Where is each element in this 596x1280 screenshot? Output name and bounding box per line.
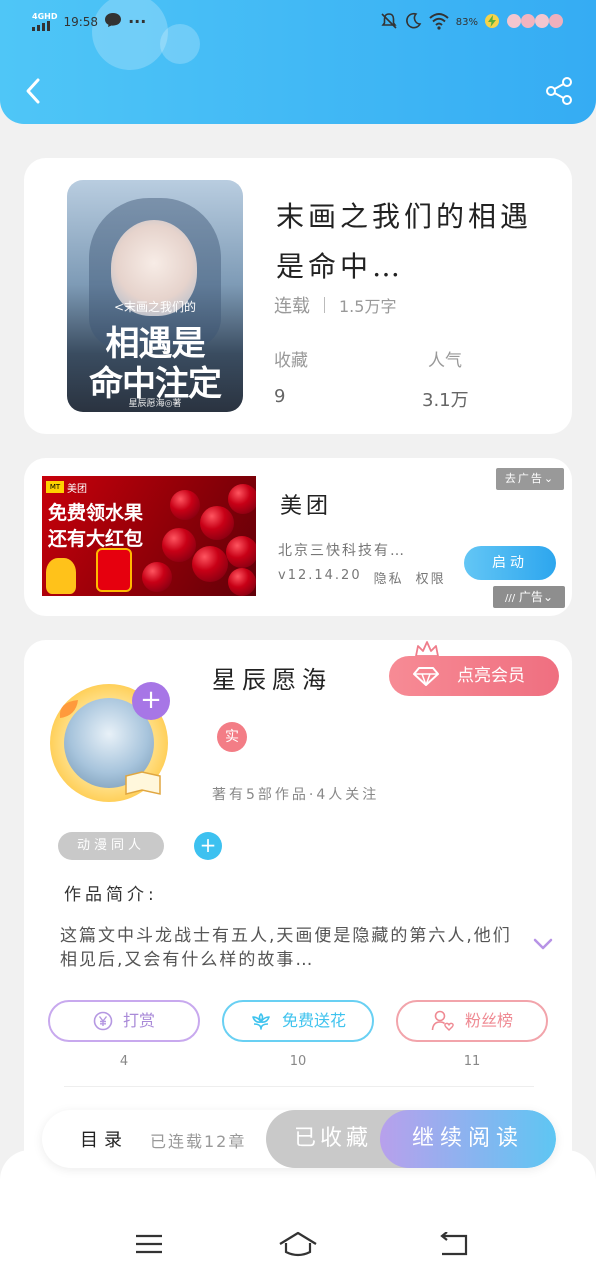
chevron-down-icon: ⌄: [543, 472, 556, 485]
ad-brand-badge: MT 美团: [46, 480, 87, 495]
battery-percent: 83%: [455, 17, 478, 28]
status-bar: 4GHD 19:58 ··· 83%: [0, 0, 596, 46]
red-envelope-icon: [96, 548, 132, 592]
book-info-card: <末画之我们的 相遇是 命中注定 星辰愿海◎著 末画之我们的相遇是命中… 连载 …: [24, 158, 572, 434]
bottom-action-bar: 目录 已连载12章 已收藏 继续阅读: [42, 1110, 556, 1168]
avatar-stickers-icon: [506, 13, 564, 32]
intro-text: 这篇文中斗龙战士有五人,天画便是隐藏的第六人,他们相见后,又会有什么样的故事…: [60, 926, 512, 970]
charging-icon: [484, 13, 500, 32]
genre-tag[interactable]: 动漫同人: [58, 832, 164, 860]
clock: 19:58: [63, 14, 99, 29]
book-title: 末画之我们的相遇是命中…: [276, 200, 533, 283]
fan-count: 11: [463, 1054, 481, 1069]
ad-brand-name: 美团: [67, 483, 87, 495]
favorites-label: 收藏: [274, 351, 308, 371]
intro-label: 作品简介:: [64, 885, 158, 905]
expand-chevron-icon[interactable]: [532, 936, 554, 952]
send-flower-button[interactable]: 免费送花: [222, 1000, 374, 1042]
more-dots: ···: [128, 12, 147, 31]
cover-author: 星辰愿海◎著: [128, 399, 182, 409]
favorites-value: 9: [274, 386, 286, 407]
back-nav-icon[interactable]: [438, 1232, 470, 1258]
cherry-shape: [162, 528, 196, 562]
cherry-shape: [200, 506, 234, 540]
ad-version: v12.14.20: [278, 568, 362, 583]
cover-subtitle: <末画之我们的: [113, 300, 197, 314]
toc-button[interactable]: 目录: [80, 1126, 128, 1152]
author-name: 星辰愿海: [212, 666, 332, 694]
verified-badge: 实: [217, 722, 247, 752]
back-button[interactable]: [20, 74, 48, 108]
diamond-icon: [413, 667, 439, 686]
network-type: 4GHD: [32, 11, 58, 21]
cherry-shape: [170, 490, 200, 520]
cherry-shape: [142, 562, 172, 592]
tip-label: 打赏: [122, 1011, 155, 1030]
flower-count: 10: [289, 1054, 307, 1069]
ad-app-info: v12.14.20 隐私 权限: [278, 568, 446, 587]
ad-headline-1: 免费领水果: [48, 502, 144, 524]
menu-icon[interactable]: [134, 1232, 164, 1256]
tip-button[interactable]: 打赏: [48, 1000, 200, 1042]
vip-button[interactable]: 点亮会员: [389, 656, 559, 696]
ad-card[interactable]: MT 美团 免费领水果 还有大红包 美团 北京三快科技有… v12.14.20 …: [24, 458, 572, 616]
author-stats: 著有5部作品·4人关注: [212, 787, 380, 803]
popularity-label: 人气: [428, 351, 462, 371]
popularity-value: 3.1万: [422, 390, 469, 411]
cherry-shape: [192, 546, 228, 582]
user-heart-icon: [431, 1010, 454, 1031]
remove-ad-label: 去广告: [504, 472, 544, 485]
ad-source-icon: ///: [504, 593, 516, 604]
ad-permissions-link[interactable]: 权限: [416, 568, 446, 587]
cherry-shape: [228, 484, 256, 514]
vip-label: 点亮会员: [457, 666, 525, 686]
tip-count: 4: [119, 1054, 129, 1069]
book-status: 连载: [274, 296, 310, 317]
flower-icon: [252, 1013, 270, 1030]
word-count: 1.5万字: [339, 297, 397, 316]
home-icon[interactable]: [278, 1230, 318, 1258]
chevron-down-icon: ⌄: [542, 590, 553, 604]
ad-launch-button[interactable]: 启动: [464, 546, 556, 580]
yen-coin-icon: [93, 1011, 113, 1031]
wifi-icon: [428, 12, 450, 33]
continue-reading-button[interactable]: 继续阅读: [380, 1110, 556, 1168]
remove-ad-button[interactable]: 去广告⌄: [496, 468, 564, 490]
message-icon: [104, 12, 122, 31]
follow-add-button[interactable]: +: [132, 682, 170, 720]
avatar-frame-book-icon: [125, 771, 161, 795]
cherry-shape: [228, 568, 256, 596]
send-flower-label: 免费送花: [281, 1011, 346, 1030]
avatar-frame-leaf-icon: [59, 700, 78, 718]
moon-icon: [404, 12, 422, 33]
book-meta: 连载 1.5万字: [274, 292, 396, 318]
ad-title: 美团: [280, 494, 333, 519]
mascot-icon: [46, 558, 76, 594]
system-nav-bar: [0, 1150, 596, 1280]
ad-tag[interactable]: /// 广告⌄: [493, 586, 565, 608]
fan-ranking-label: 粉丝榜: [464, 1011, 513, 1030]
chapter-count[interactable]: 已连载12章: [150, 1128, 246, 1152]
header: 4GHD 19:58 ··· 83%: [0, 0, 596, 124]
ad-privacy-link[interactable]: 隐私: [374, 568, 404, 587]
share-button[interactable]: [544, 76, 574, 106]
meituan-logo-icon: MT: [46, 481, 64, 493]
meta-divider: [324, 297, 325, 313]
book-cover[interactable]: <末画之我们的 相遇是 命中注定 星辰愿海◎著: [67, 180, 243, 412]
cherry-shape: [226, 536, 256, 568]
signal-icon: 4GHD: [32, 11, 58, 31]
divider: [64, 1086, 534, 1087]
ad-company: 北京三快科技有…: [278, 543, 406, 559]
mute-icon: [380, 12, 398, 33]
ad-tag-label: 广告: [518, 590, 543, 604]
ad-image[interactable]: MT 美团 免费领水果 还有大红包: [42, 476, 256, 596]
fan-ranking-button[interactable]: 粉丝榜: [396, 1000, 548, 1042]
ad-headline-2: 还有大红包: [48, 528, 144, 550]
add-tag-button[interactable]: +: [194, 832, 222, 860]
